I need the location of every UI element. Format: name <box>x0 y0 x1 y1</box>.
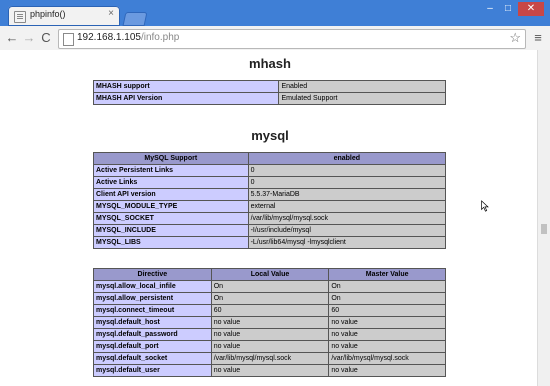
table-header-row: MySQL Support enabled <box>93 152 447 165</box>
browser-tab[interactable]: phpinfo() × <box>8 6 120 26</box>
row-value: 5.5.37-MariaDB <box>247 188 447 201</box>
row-label: MYSQL_SOCKET <box>93 212 249 225</box>
row-label: MYSQL_LIBS <box>93 236 249 249</box>
window-controls: – □ ✕ <box>482 2 544 16</box>
mysql-support-table: MySQL Support enabled Active Persistent … <box>93 152 447 249</box>
row-label: MHASH support <box>92 80 280 93</box>
row-value: no value <box>328 328 446 341</box>
table-row: mysql.allow_local_infile On On <box>93 280 446 293</box>
row-value: no value <box>210 316 330 329</box>
mhash-table: MHASH support Enabled MHASH API Version Emu… <box>92 80 446 105</box>
row-value: /var/lib/mysql/mysql.sock <box>247 212 447 225</box>
row-label: mysql.allow_local_infile <box>93 280 212 293</box>
row-label: Client API version <box>93 188 249 201</box>
row-label: MHASH API Version <box>92 92 280 105</box>
column-header: enabled <box>247 152 447 165</box>
row-value: -I/usr/include/mysql <box>247 224 447 237</box>
page-favicon-icon <box>14 11 26 23</box>
address-url[interactable]: 192.168.1.105/info.php <box>77 32 179 43</box>
row-value: no value <box>210 340 330 353</box>
new-tab-button[interactable] <box>122 12 148 26</box>
table-row: MYSQL_SOCKET/var/lib/mysql/mysql.sock <box>93 212 447 225</box>
column-header: Directive <box>93 268 212 281</box>
table-row: Active Persistent Links 0 <box>93 164 447 177</box>
row-value: no value <box>328 316 446 329</box>
row-value: 60 <box>328 304 446 317</box>
column-header: Local Value <box>210 268 330 281</box>
chrome-menu-icon[interactable]: ≡ <box>530 30 546 46</box>
table-row: mysql.allow_persistent On On <box>93 292 446 305</box>
browser-toolbar: ← → C 192.168.1.105/info.php ☆ ≡ <box>0 26 550 51</box>
table-row: mysql.default_port no value no value <box>93 340 446 353</box>
minimize-button[interactable]: – <box>482 2 498 16</box>
row-label: mysql.default_host <box>93 316 212 329</box>
close-button[interactable]: ✕ <box>518 2 544 16</box>
page-icon <box>63 33 74 46</box>
row-value: On <box>210 280 330 293</box>
reload-button[interactable]: C <box>38 30 54 46</box>
row-value: 60 <box>210 304 330 317</box>
table-row: MHASH support Enabled <box>92 80 446 93</box>
url-path: /info.php <box>140 32 180 43</box>
row-value: 0 <box>247 176 447 189</box>
table-row: mysql.default_host no value no value <box>93 316 446 329</box>
row-value: On <box>328 292 446 305</box>
table-row: MYSQL_INCLUDE -I/usr/include/mysql <box>93 224 447 237</box>
title-bar: phpinfo() × – □ ✕ <box>0 0 550 26</box>
table-row: MYSQL_MODULE_TYPE external <box>93 200 447 213</box>
table-row: MYSQL_LIBS -L/usr/lib64/mysql -lmysqlclie… <box>93 236 447 249</box>
table-row: mysql.default_user no value no value <box>93 364 446 377</box>
table-row: MHASH API Version Emulated Support <box>92 92 446 105</box>
mouse-cursor-icon <box>481 200 489 212</box>
table-row: mysql.default_password no value no value <box>93 328 446 341</box>
row-label: Active Links <box>93 176 249 189</box>
back-button[interactable]: ← <box>4 30 20 46</box>
row-value: On <box>328 280 446 293</box>
row-label: mysql.default_port <box>93 340 212 353</box>
row-value: no value <box>210 328 330 341</box>
section-title-mysql: mysql <box>251 128 289 143</box>
forward-button[interactable]: → <box>21 30 37 46</box>
row-value: On <box>210 292 330 305</box>
address-bar[interactable]: 192.168.1.105/info.php ☆ <box>58 29 526 49</box>
section-title-mhash: mhash <box>249 56 291 71</box>
row-label: MYSQL_MODULE_TYPE <box>93 200 249 213</box>
row-value: /var/lib/mysql/mysql.sock <box>328 352 446 365</box>
tab-title: phpinfo() <box>30 9 66 19</box>
bookmark-star-icon[interactable]: ☆ <box>509 30 521 46</box>
column-header: MySQL Support <box>93 152 249 165</box>
table-row: Active Links 0 <box>93 176 447 189</box>
table-row: mysql.connect_timeout 60 60 <box>93 304 446 317</box>
row-value: no value <box>328 340 446 353</box>
row-label: mysql.allow_persistent <box>93 292 212 305</box>
scrollbar-thumb[interactable] <box>541 224 547 234</box>
row-label: Active Persistent Links <box>93 164 249 177</box>
table-row: Client API version 5.5.37-MariaDB <box>93 188 447 201</box>
row-label: mysql.default_user <box>93 364 212 377</box>
row-label: MYSQL_INCLUDE <box>93 224 249 237</box>
row-label: mysql.connect_timeout <box>93 304 212 317</box>
maximize-button[interactable]: □ <box>500 2 516 16</box>
column-header: Master Value <box>328 268 446 281</box>
page-viewport: mhash MHASH support Enabled MHASH API Vers… <box>0 50 550 386</box>
row-value: no value <box>210 364 330 377</box>
row-value: -L/usr/lib64/mysql -lmysqlclient <box>247 236 447 249</box>
row-value: 0 <box>247 164 447 177</box>
row-label: mysql.default_socket <box>93 352 212 365</box>
row-value: /var/lib/mysql/mysql.sock <box>210 352 330 365</box>
row-value: external <box>247 200 447 213</box>
row-label: mysql.default_password <box>93 328 212 341</box>
table-header-row: Directive Local Value Master Value <box>93 268 446 281</box>
mysql-directives-table: Directive Local Value Master Value mysql… <box>93 268 446 377</box>
table-row: mysql.default_socket/var/lib/mysql/mysql… <box>93 352 446 365</box>
vertical-scrollbar[interactable] <box>537 50 550 386</box>
row-value: Emulated Support <box>278 92 446 105</box>
url-host: 192.168.1.105 <box>77 32 141 43</box>
row-value: Enabled <box>278 80 446 93</box>
row-value: no value <box>328 364 446 377</box>
tab-close-icon[interactable]: × <box>108 8 114 19</box>
